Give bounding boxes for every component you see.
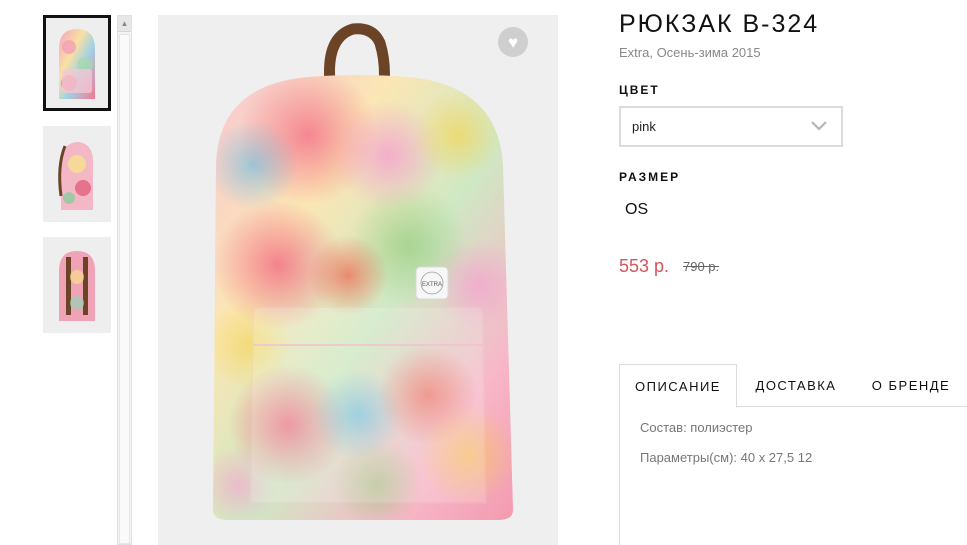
- current-price: 553 р.: [619, 256, 670, 276]
- color-select[interactable]: pink: [619, 106, 843, 147]
- tab-panel-description: Состав: полиэстер Параметры(см): 40 x 27…: [619, 406, 967, 545]
- product-page: ▲ EXTRA ♥ РЮКЗАК B-324 Extra, Осень-зима…: [0, 0, 967, 545]
- scrollbar-thumb[interactable]: [119, 34, 130, 544]
- old-price: 790 р.: [683, 259, 720, 274]
- info-tabs: ОПИСАНИЕ ДОСТАВКА О БРЕНДЕ: [619, 364, 967, 408]
- tab-delivery[interactable]: ДОСТАВКА: [737, 364, 855, 407]
- size-label: РАЗМЕР: [619, 170, 681, 184]
- thumbnail-side[interactable]: [43, 126, 111, 222]
- brand-patch-text: EXTRA: [422, 282, 442, 288]
- tab-description[interactable]: ОПИСАНИЕ: [619, 364, 737, 408]
- spec-composition: Состав: полиэстер: [640, 420, 753, 435]
- spec-dimensions: Параметры(см): 40 x 27,5 12: [640, 450, 813, 465]
- thumbnail-front[interactable]: [43, 15, 111, 111]
- backpack-thumbnail-front: [59, 29, 95, 99]
- tab-about-brand[interactable]: О БРЕНДЕ: [855, 364, 967, 407]
- color-label: ЦВЕТ: [619, 83, 660, 97]
- color-select-value: pink: [632, 119, 656, 134]
- heart-icon[interactable]: ♥: [498, 27, 528, 57]
- thumbnail-list: [43, 15, 111, 348]
- size-option-os[interactable]: OS: [625, 201, 648, 219]
- backpack-thumbnail-side: [58, 142, 93, 210]
- thumbnail-scrollbar[interactable]: ▲: [117, 15, 132, 545]
- chevron-down-icon: [811, 121, 827, 131]
- product-subtitle: Extra, Осень-зима 2015: [619, 45, 761, 60]
- product-title: РЮКЗАК B-324: [619, 10, 820, 38]
- thumbnail-back[interactable]: [43, 237, 111, 333]
- product-main-image: EXTRA: [158, 15, 558, 545]
- arrow-up-icon[interactable]: ▲: [118, 16, 131, 32]
- backpack-thumbnail-back: [59, 251, 95, 321]
- backpack-image: EXTRA: [213, 23, 513, 520]
